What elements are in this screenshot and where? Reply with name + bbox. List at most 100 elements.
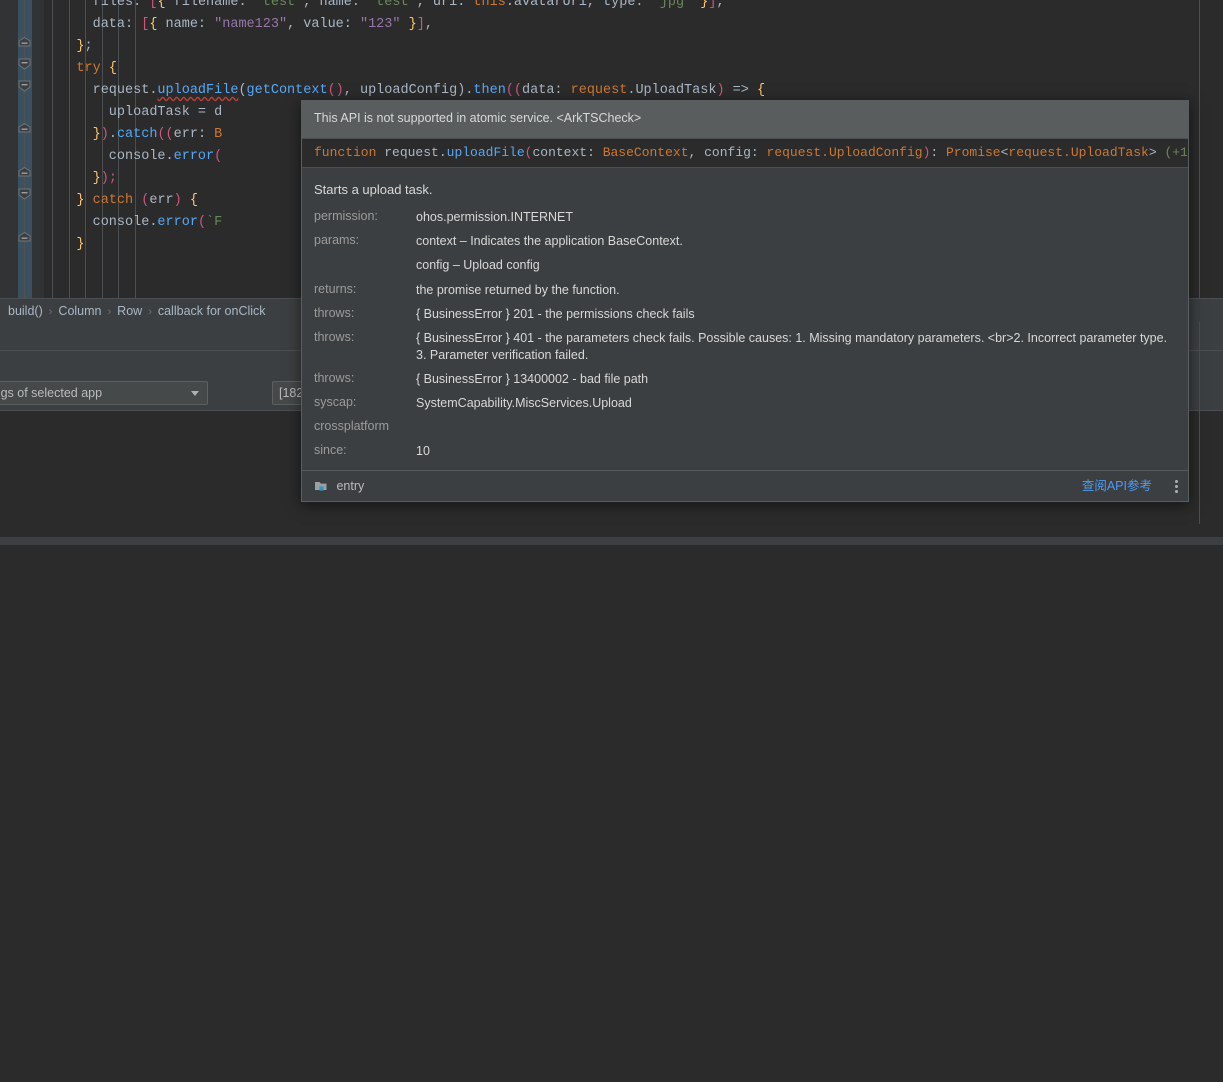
code-token: data: [522,83,571,98]
code-token: error [173,149,215,164]
doc-row-key: crossplatform [314,419,390,433]
signature-token: context: [532,145,603,160]
taskbar-active-item[interactable] [50,1074,156,1082]
breadcrumb-item[interactable]: callback for onClick [158,304,266,318]
module-icon [314,474,328,491]
code-token: err: [173,127,215,142]
code-token: , uri: [416,0,474,10]
code-line: }).catch((err: B [44,124,223,146]
code-line: try { [44,58,117,80]
code-token: `F [206,215,223,230]
code-line: files: [{ filename: "test", name: "test"… [44,0,725,14]
code-token: } [44,237,85,252]
code-token: , value: [287,17,360,32]
breadcrumb-separator: › [148,306,152,318]
fold-expand-icon[interactable] [18,188,31,201]
signature-token: : [930,145,946,160]
signature-token: BaseContext [602,145,689,160]
breadcrumb-item[interactable]: Row [117,304,142,318]
doc-row-value: SystemCapability.MiscServices.Upload [416,396,632,410]
doc-row-value: { BusinessError } 13400002 - bad file pa… [416,372,649,386]
doc-row-value: config – Upload config [416,258,540,272]
code-token: { [149,17,166,32]
breadcrumb-item[interactable]: build() [8,304,43,318]
code-token: request [570,83,628,98]
fold-collapse-icon[interactable] [18,37,31,50]
taskbar[interactable] [0,537,1223,1082]
app-filter-dropdown[interactable]: User logs of selected app [0,381,208,405]
editor-right-edge [1199,0,1223,298]
code-token: => [724,83,757,98]
fold-collapse-icon[interactable] [18,232,31,245]
doc-row-value: context – Indicates the application Base… [416,234,683,248]
code-token: , [424,17,433,32]
doc-row-key: since: [314,443,347,457]
code-token: err [149,193,174,208]
code-token: { [189,193,198,208]
doc-row-value: { BusinessError } 401 - the parameters c… [416,331,1168,362]
code-token: getContext [246,83,328,98]
doc-row-key: permission: [314,209,378,223]
popup-warning-banner: This API is not supported in atomic serv… [302,101,1188,138]
code-token: catch [116,127,158,142]
code-token: "jpg" [651,0,693,10]
code-token: data: [44,17,142,32]
breadcrumb-item[interactable]: Column [58,304,101,318]
code-token: console. [44,149,174,164]
code-token: error [157,215,198,230]
fold-collapse-icon[interactable] [18,167,31,180]
code-token: then [473,83,506,98]
code-token: } [692,0,709,10]
code-token: console. [44,215,158,230]
code-token: { [157,0,174,10]
doc-row-value: 10 [416,444,430,458]
code-token: name: [165,17,215,32]
code-line: uploadTask = d [44,102,222,124]
code-token: uploadTask = d [44,105,223,120]
code-token: , name: [303,0,369,10]
code-token: , uploadConfig [343,83,458,98]
more-options-icon[interactable] [1175,480,1178,493]
popup-documentation-body[interactable]: Starts a upload task. permission: ohos.pe… [302,169,1188,470]
doc-row-key: params: [314,233,360,247]
code-token: ) [100,127,109,142]
doc-row-value: the promise returned by the function. [416,283,620,297]
doc-row-key: returns: [314,282,357,296]
fold-collapse-icon[interactable] [18,123,31,136]
signature-token: request. [384,145,447,160]
popup-signature-bar: function request.uploadFile(context: Bas… [302,138,1188,168]
documentation-popup[interactable]: This API is not supported in atomic serv… [301,100,1189,502]
code-token: } [44,127,101,142]
popup-signature-text: function request.uploadFile(context: Bas… [314,145,1188,160]
popup-warning-text: This API is not supported in atomic serv… [314,111,642,125]
status-bar [0,524,1223,537]
code-token: B [214,127,223,142]
api-reference-link[interactable]: 查阅API参考 [1082,471,1152,501]
fold-expand-icon[interactable] [18,58,31,71]
signature-token: request.UploadConfig [766,145,923,160]
code-line: console.error(`F [44,212,223,234]
popup-summary: Starts a upload task. [314,182,433,197]
code-token: "test" [254,0,304,10]
code-line: console.error( [44,146,222,168]
code-token: .UploadTask [627,83,717,98]
code-line: request.uploadFile(getContext(), uploadC… [44,80,766,102]
code-token: , [716,0,725,10]
code-token: "test" [368,0,417,10]
code-line: }); [44,168,117,190]
doc-row-key: throws: [314,371,355,385]
breadcrumb[interactable]: build() › Column › Row › callback for onClick [8,299,266,323]
fold-expand-icon[interactable] [18,80,31,93]
signature-token: > [1148,145,1165,160]
code-token: ] [416,17,425,32]
code-line: } catch (err) { [44,190,198,212]
code-token: } [44,39,85,54]
code-token: () [327,83,344,98]
breadcrumb-separator: › [107,306,112,318]
code-token: ) [716,83,725,98]
code-token: ; [84,39,93,54]
code-token: ( [197,215,207,230]
doc-row-value: { BusinessError } 201 - the permissions … [416,307,695,321]
code-token: ) [173,193,182,208]
